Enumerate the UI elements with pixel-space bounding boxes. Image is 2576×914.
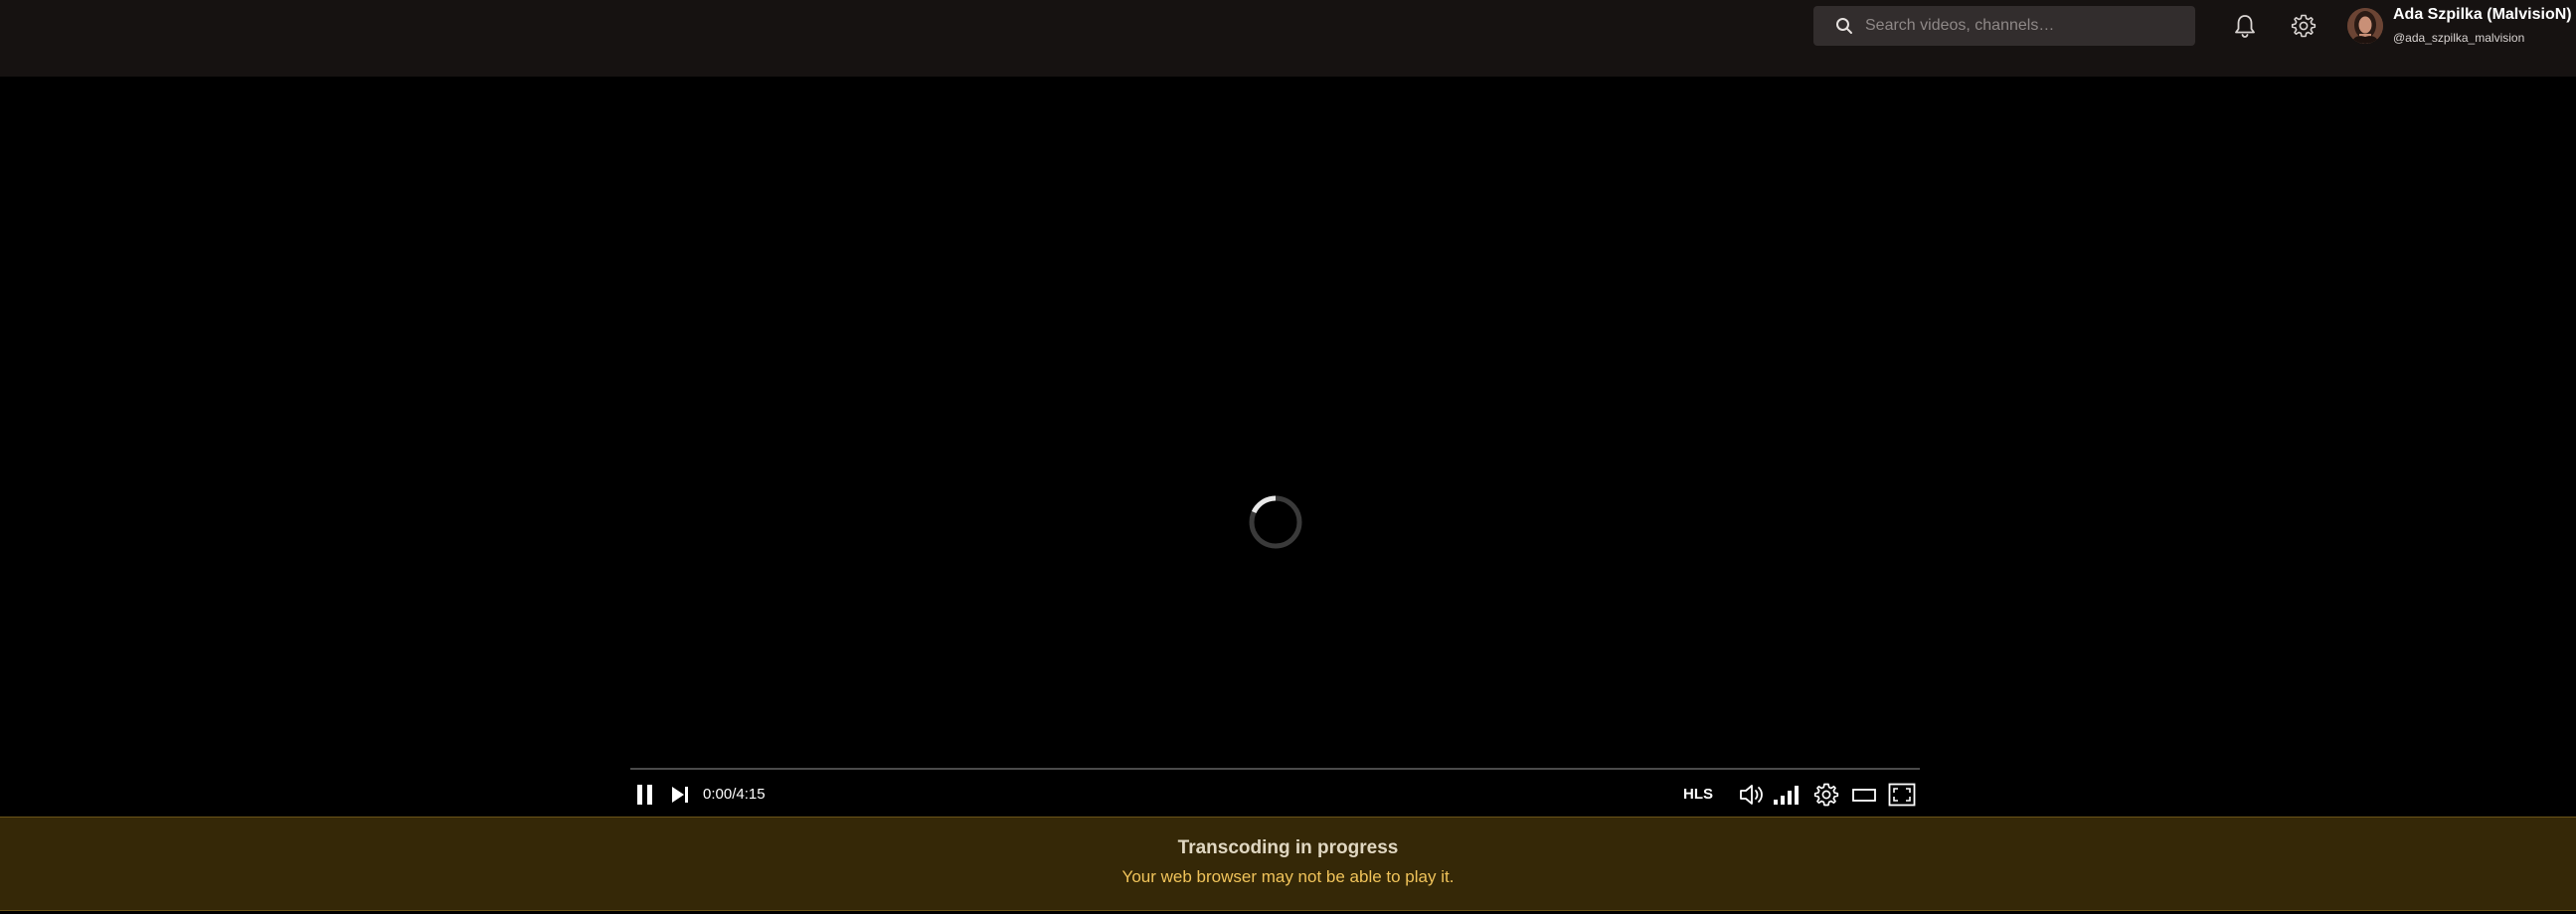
- gear-icon[interactable]: [2290, 12, 2318, 40]
- volume-icon[interactable]: [1737, 781, 1767, 809]
- progress-bar[interactable]: [630, 768, 1920, 770]
- signal-bars-icon[interactable]: [1772, 781, 1802, 809]
- time-display: 0:00/4:15: [703, 786, 766, 803]
- player-controls: 0:00/4:15 HLS: [630, 778, 1920, 812]
- search-input[interactable]: [1863, 6, 2195, 46]
- current-time: 0:00: [703, 786, 733, 803]
- search-icon[interactable]: [1833, 15, 1855, 37]
- stream-format-label: HLS: [1683, 786, 1713, 803]
- user-handle: @ada_szpilka_malvision: [2393, 31, 2525, 45]
- theater-mode-icon[interactable]: [1850, 781, 1878, 809]
- banner-message: Your web browser may not be able to play…: [1121, 867, 1455, 886]
- video-player[interactable]: [0, 77, 2576, 816]
- user-display-name[interactable]: Ada Szpilka (MalvisioN): [2393, 6, 2572, 24]
- transcoding-banner: Transcoding in progress Your web browser…: [0, 817, 2576, 911]
- loading-spinner-icon: [1249, 495, 1302, 549]
- fullscreen-icon[interactable]: [1887, 781, 1917, 809]
- banner-title: Transcoding in progress: [1177, 837, 1399, 858]
- avatar[interactable]: [2347, 8, 2383, 44]
- duration: 4:15: [736, 786, 766, 803]
- pause-icon[interactable]: [634, 781, 656, 809]
- gear-icon[interactable]: [1812, 781, 1840, 809]
- top-header: Ada Szpilka (MalvisioN) @ada_szpilka_mal…: [0, 0, 2576, 77]
- next-icon[interactable]: [669, 781, 691, 809]
- bell-icon[interactable]: [2231, 12, 2259, 40]
- search-box[interactable]: [1813, 6, 2195, 46]
